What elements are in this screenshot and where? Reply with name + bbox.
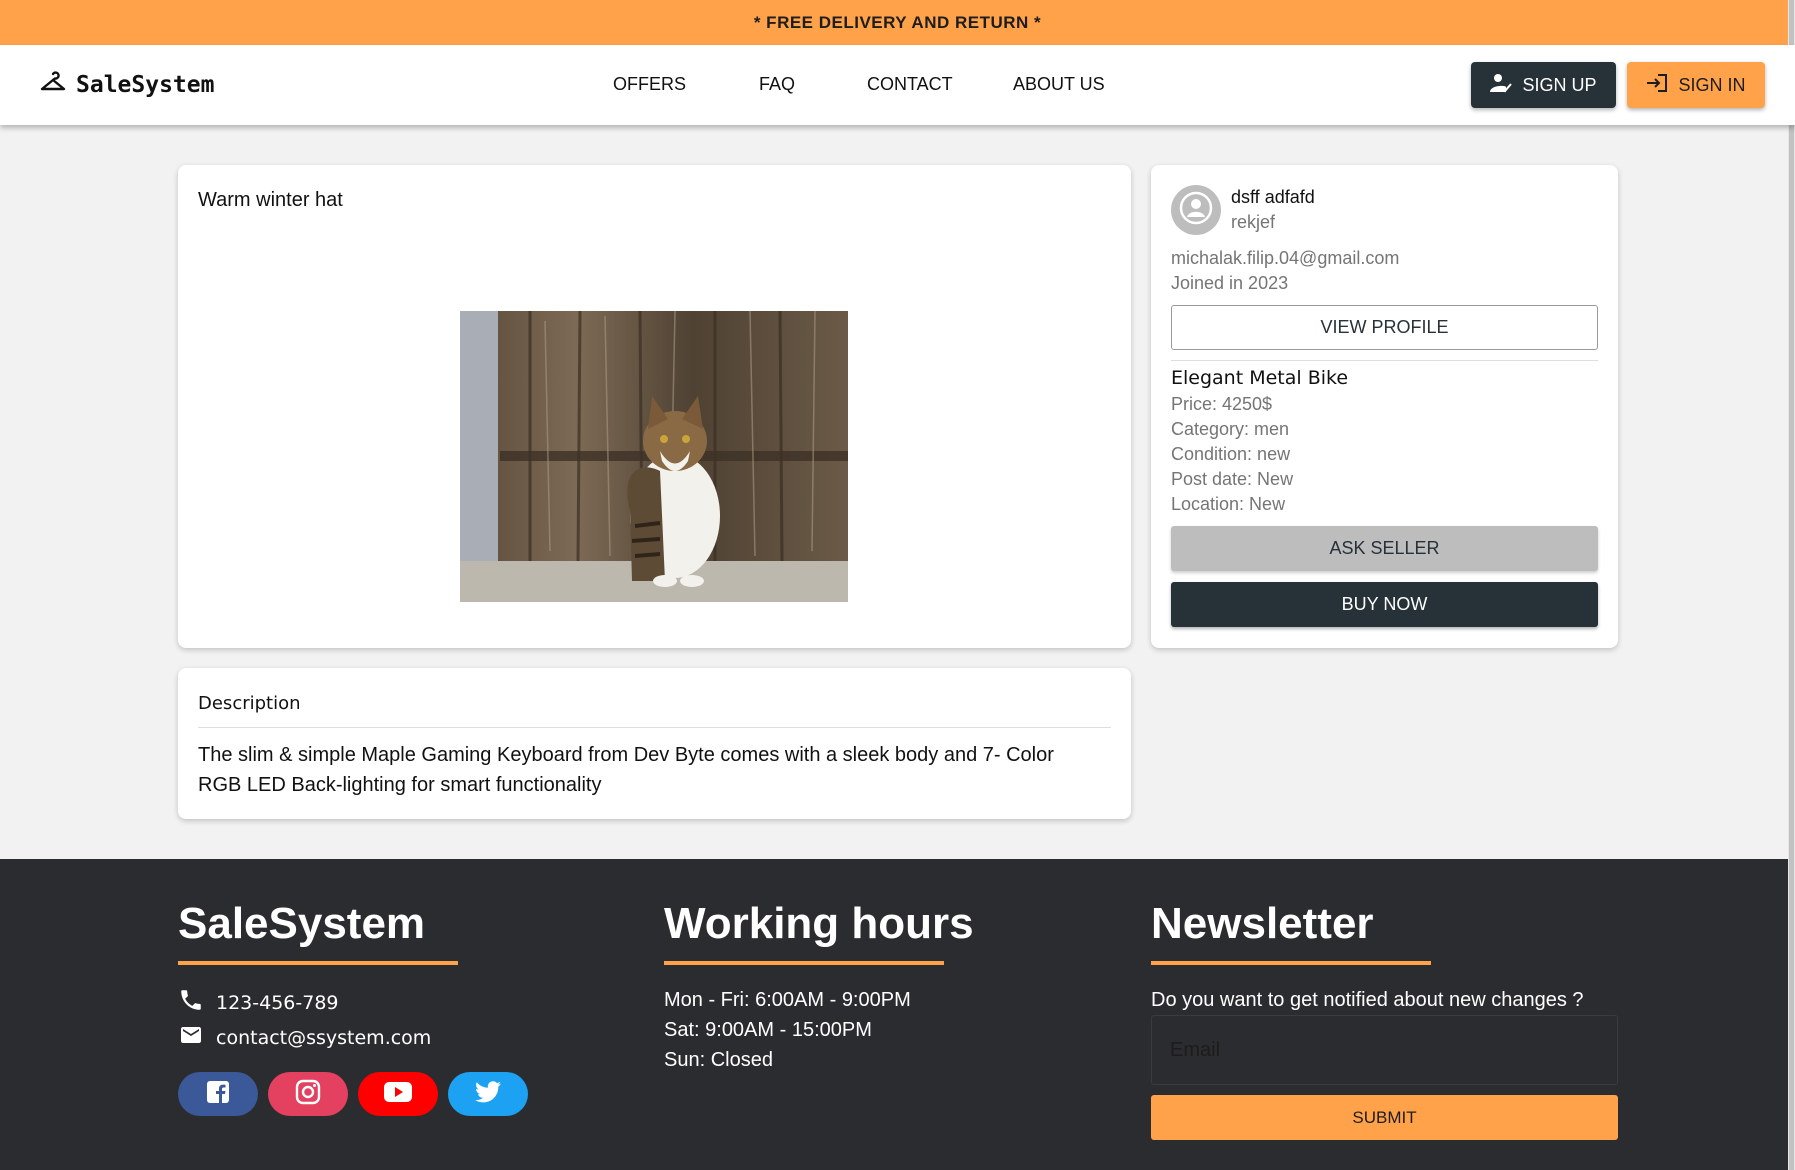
promo-banner: * FREE DELIVERY AND RETURN * <box>0 0 1795 45</box>
promo-banner-text: * FREE DELIVERY AND RETURN * <box>753 12 1042 32</box>
divider <box>198 727 1111 728</box>
nav-faq[interactable]: FAQ <box>759 74 795 95</box>
seller-name: dsff adfafd <box>1231 187 1315 207</box>
description-card: Description The slim & simple Maple Gami… <box>178 668 1131 819</box>
hours-sunday: Sun: Closed <box>664 1049 773 1071</box>
seller-username: rekjef <box>1231 212 1276 232</box>
sign-in-label: SIGN IN <box>1678 74 1746 95</box>
footer-phone-text: 123-456-789 <box>216 991 339 1014</box>
footer-brand-heading: SaleSystem <box>178 899 426 948</box>
item-post-date: Post date: New <box>1171 469 1294 489</box>
nav-offers[interactable]: OFFERS <box>613 74 686 95</box>
item-condition: Condition: new <box>1171 444 1291 464</box>
heading-underline <box>178 961 458 965</box>
mail-icon <box>178 1023 204 1052</box>
view-profile-button[interactable]: VIEW PROFILE <box>1171 305 1598 350</box>
sign-in-button[interactable]: SIGN IN <box>1627 62 1765 108</box>
product-title: Warm winter hat <box>198 189 343 211</box>
newsletter-email-input[interactable] <box>1151 1015 1618 1085</box>
product-card: Warm winter hat <box>178 165 1131 648</box>
twitter-icon <box>475 1080 501 1108</box>
avatar[interactable] <box>1171 185 1221 235</box>
buy-now-button[interactable]: BUY NOW <box>1171 582 1598 627</box>
facebook-icon <box>207 1080 229 1108</box>
seller-joined: Joined in 2023 <box>1171 273 1289 293</box>
newsletter-question: Do you want to get notified about new ch… <box>1151 989 1584 1011</box>
footer-hours-column: Working hours <box>664 899 974 965</box>
youtube-button[interactable] <box>358 1072 438 1116</box>
person-check-icon <box>1490 73 1513 98</box>
nav-contact[interactable]: CONTACT <box>867 74 953 95</box>
item-location: Location: New <box>1171 494 1286 514</box>
sign-up-label: SIGN UP <box>1522 74 1597 95</box>
heading-underline <box>1151 961 1431 965</box>
footer-phone[interactable]: 123-456-789 <box>178 987 339 1018</box>
nav-about-us[interactable]: ABOUT US <box>1013 74 1105 95</box>
instagram-icon <box>295 1079 321 1110</box>
login-icon <box>1646 73 1668 98</box>
footer-email-text: contact@ssystem.com <box>216 1026 432 1049</box>
item-name: Elegant Metal Bike <box>1171 367 1349 389</box>
hours-saturday: Sat: 9:00AM - 15:00PM <box>664 1019 872 1041</box>
sign-up-button[interactable]: SIGN UP <box>1471 62 1616 108</box>
seller-email: michalak.filip.04@gmail.com <box>1171 248 1400 268</box>
footer-hours-heading: Working hours <box>664 899 974 948</box>
youtube-icon <box>384 1081 412 1107</box>
submit-button[interactable]: SUBMIT <box>1151 1095 1618 1140</box>
hours-weekdays: Mon - Fri: 6:00AM - 9:00PM <box>664 989 911 1011</box>
item-price: Price: 4250$ <box>1171 394 1273 414</box>
instagram-button[interactable] <box>268 1072 348 1116</box>
footer-brand-column: SaleSystem <box>178 899 458 965</box>
heading-underline <box>664 961 944 965</box>
scrollbar-thumb[interactable] <box>1789 0 1794 1170</box>
divider <box>1171 360 1598 361</box>
description-heading: Description <box>198 693 301 714</box>
seller-card: dsff adfafd rekjef michalak.filip.04@gma… <box>1151 165 1618 648</box>
description-text: The slim & simple Maple Gaming Keyboard … <box>198 744 1054 796</box>
facebook-button[interactable] <box>178 1072 258 1116</box>
twitter-button[interactable] <box>448 1072 528 1116</box>
item-category: Category: men <box>1171 419 1290 439</box>
product-image[interactable] <box>460 311 848 602</box>
account-circle-icon <box>1179 191 1213 230</box>
footer-newsletter-heading: Newsletter <box>1151 899 1374 948</box>
footer-newsletter-column: Newsletter <box>1151 899 1431 965</box>
phone-icon <box>178 987 204 1018</box>
footer-email[interactable]: contact@ssystem.com <box>178 1023 431 1052</box>
site-header: SaleSystem OFFERS FAQ CONTACT ABOUT US S… <box>0 45 1795 125</box>
ask-seller-button[interactable]: ASK SELLER <box>1171 526 1598 571</box>
